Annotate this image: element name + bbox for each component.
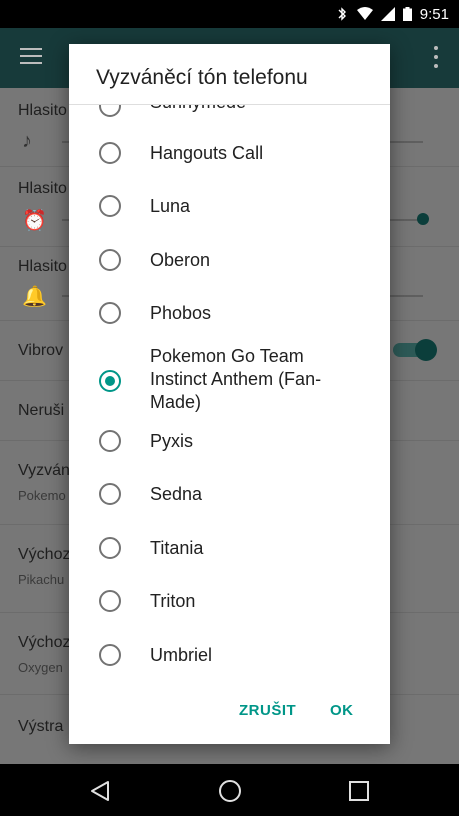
ringtone-option-label: Pokemon Go Team Instinct Anthem (Fan-Mad… <box>150 346 322 412</box>
radio-button[interactable] <box>99 644 121 666</box>
ringtone-option[interactable]: Luna <box>69 186 390 226</box>
bluetooth-icon <box>338 7 346 21</box>
radio-button[interactable] <box>99 249 121 271</box>
settings-row-title: Hlasito <box>18 180 67 197</box>
radio-button[interactable] <box>99 195 121 217</box>
ok-button[interactable]: OK <box>330 702 354 719</box>
recents-icon[interactable] <box>349 781 369 801</box>
settings-row-subtitle: Oxygen <box>18 660 63 675</box>
radio-button[interactable] <box>99 590 121 612</box>
ringtone-option[interactable]: Pyxis <box>69 421 390 461</box>
alarm-volume-thumb[interactable] <box>417 213 429 225</box>
ringtone-option[interactable]: Umbriel <box>69 635 390 675</box>
radio-button[interactable] <box>99 430 121 452</box>
ringtone-option-label: Sunnymede <box>150 105 360 114</box>
ringtone-option-partial[interactable]: Sunnymede <box>69 105 390 125</box>
navigation-bar <box>0 764 459 816</box>
wifi-icon <box>356 7 373 20</box>
battery-icon <box>402 7 412 21</box>
home-icon[interactable] <box>219 780 241 802</box>
radio-button[interactable] <box>99 105 121 117</box>
ringtone-option-label: Phobos <box>150 303 212 323</box>
settings-row-title: Hlasito <box>18 102 67 119</box>
ringtone-option-label: Umbriel <box>150 645 213 665</box>
ringtone-option[interactable]: Titania <box>69 528 390 568</box>
settings-row-title: Vibrov <box>18 342 64 359</box>
ringtone-option-label: Sedna <box>150 484 203 504</box>
radio-button-selected[interactable] <box>99 370 121 392</box>
back-icon[interactable] <box>90 780 110 802</box>
vibrate-toggle-knob[interactable] <box>415 339 437 361</box>
settings-row-title: Hlasito <box>18 258 67 275</box>
settings-row-subtitle: Pikachu <box>18 572 65 587</box>
radio-button[interactable] <box>99 537 121 559</box>
settings-row-subtitle: Pokemo <box>18 488 66 503</box>
ringtone-option-label: Triton <box>150 591 196 611</box>
ringtone-option-label: Pyxis <box>150 431 194 451</box>
ringtone-option[interactable]: Sedna <box>69 474 390 514</box>
settings-row-title: Výstra <box>18 718 64 735</box>
ringtone-option-label: Luna <box>150 196 191 216</box>
dialog-actions: ZRUŠIT OK <box>69 694 390 734</box>
dialog-title: Vyzváněcí tón telefonu <box>96 66 308 89</box>
ringtone-option-label: Titania <box>150 538 204 558</box>
settings-row-title: Výchoz <box>18 634 71 651</box>
status-time: 9:51 <box>419 5 449 23</box>
ringtone-option-label: Oberon <box>150 250 211 270</box>
more-options-icon[interactable] <box>433 46 439 68</box>
ringtone-option[interactable]: Phobos <box>69 293 390 333</box>
signal-icon <box>380 7 395 21</box>
ringtone-option-selected[interactable]: Pokemon Go Team Instinct Anthem (Fan-Mad… <box>69 343 390 415</box>
settings-row-title: Neruši <box>18 402 65 419</box>
radio-button[interactable] <box>99 483 121 505</box>
bell-icon: 🔔 <box>22 286 47 308</box>
settings-row-title: Výchoz <box>18 546 71 563</box>
ringtone-option[interactable]: Oberon <box>69 240 390 280</box>
ringtone-dialog: Vyzváněcí tón telefonu Sunnymede Hangout… <box>69 44 390 744</box>
alarm-icon: ⏰ <box>22 210 47 232</box>
music-note-icon: ♪ <box>22 130 32 152</box>
radio-button[interactable] <box>99 142 121 164</box>
ringtone-option[interactable]: Triton <box>69 581 390 621</box>
ringtone-list[interactable]: Sunnymede Hangouts Call Luna Oberon Phob… <box>69 105 390 677</box>
menu-icon[interactable] <box>20 48 42 64</box>
ringtone-option-label: Hangouts Call <box>150 143 264 163</box>
cancel-button[interactable]: ZRUŠIT <box>239 702 296 719</box>
settings-row-title: Vyzván <box>18 462 70 479</box>
ringtone-option[interactable]: Hangouts Call <box>69 133 390 173</box>
radio-button[interactable] <box>99 302 121 324</box>
status-bar: 9:51 <box>0 0 459 28</box>
